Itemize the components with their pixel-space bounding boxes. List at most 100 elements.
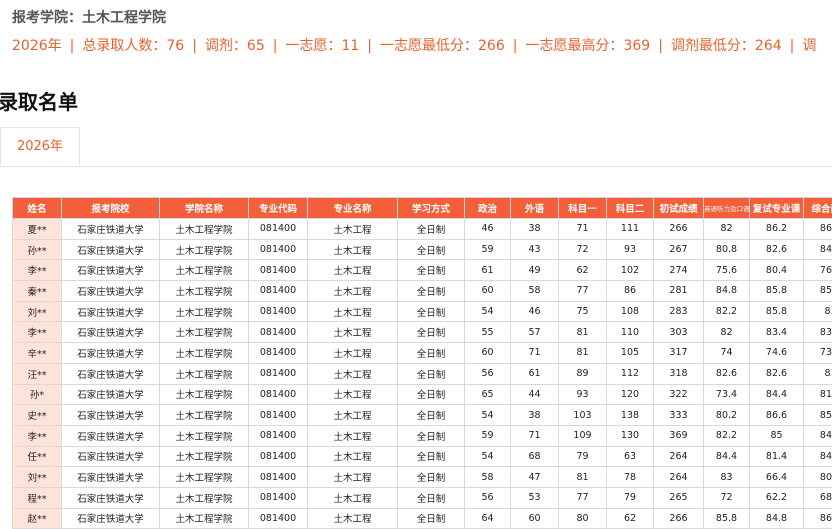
table-cell: 68 (511, 446, 559, 467)
table-cell: 264 (654, 467, 704, 488)
tab-2026[interactable]: 2026年 (0, 127, 80, 166)
student-name-cell: 任** (13, 446, 62, 467)
table-cell: 86.8 (804, 508, 832, 529)
table-cell: 081400 (249, 343, 308, 364)
table-cell: 全日制 (398, 343, 465, 364)
column-header: 初试成绩 (654, 198, 704, 219)
table-cell: 土木工程学院 (160, 405, 249, 426)
table-cell: 全日制 (398, 219, 465, 240)
table-row: 史**石家庄铁道大学土木工程学院081400土木工程全日制54381031383… (13, 405, 832, 426)
table-cell: 82.6 (750, 363, 804, 384)
table-cell: 土木工程 (308, 301, 398, 322)
student-name-cell: 孙** (13, 239, 62, 260)
table-cell: 土木工程学院 (160, 446, 249, 467)
table-cell: 081400 (249, 281, 308, 302)
table-cell: 46 (511, 301, 559, 322)
table-cell: 80.4 (750, 260, 804, 281)
table-cell: 84.8 (704, 281, 750, 302)
stat-transfer-count: 调剂：65 (205, 35, 265, 55)
stats-bar: 2026年|总录取人数：76|调剂：65|一志愿：11|一志愿最低分：266|一… (12, 35, 816, 55)
table-cell: 081400 (249, 301, 308, 322)
table-cell: 80.8 (704, 239, 750, 260)
table-cell: 72 (559, 239, 607, 260)
table-header-row: 姓名报考院校学院名称专业代码专业名称学习方式政治外语科目一科目二初试成绩英语听力… (13, 198, 832, 219)
table-cell: 44 (511, 384, 559, 405)
table-cell: 石家庄铁道大学 (62, 322, 160, 343)
table-cell: 石家庄铁道大学 (62, 446, 160, 467)
column-header: 学习方式 (398, 198, 465, 219)
year-tabs: 2026年 (0, 127, 832, 167)
table-cell: 93 (607, 239, 654, 260)
column-header: 政治 (465, 198, 511, 219)
table-cell: 石家庄铁道大学 (62, 260, 160, 281)
table-cell: 66.4 (750, 467, 804, 488)
student-name-cell: 汪** (13, 363, 62, 384)
table-cell: 110 (607, 322, 654, 343)
table-cell: 土木工程 (308, 363, 398, 384)
table-row: 夏**石家庄铁道大学土木工程学院081400土木工程全日制46387111126… (13, 219, 832, 240)
stat-separator: | (62, 38, 83, 54)
stat-separator: | (184, 38, 205, 54)
table-cell: 318 (654, 363, 704, 384)
table-cell: 石家庄铁道大学 (62, 363, 160, 384)
table-cell: 石家庄铁道大学 (62, 343, 160, 364)
student-name-cell: 程** (13, 487, 62, 508)
table-cell: 081400 (249, 508, 308, 529)
table-cell: 266 (654, 508, 704, 529)
student-name-cell: 刘** (13, 467, 62, 488)
table-row: 赵**石家庄铁道大学土木工程学院081400土木工程全日制64608062266… (13, 508, 832, 529)
table-cell: 71 (559, 219, 607, 240)
table-body: 夏**石家庄铁道大学土木工程学院081400土木工程全日制46387111126… (13, 219, 832, 529)
table-cell: 全日制 (398, 384, 465, 405)
table-cell: 081400 (249, 219, 308, 240)
table-cell: 47 (511, 467, 559, 488)
table-cell: 61 (511, 363, 559, 384)
table-cell: 土木工程 (308, 508, 398, 529)
table-cell: 86 (607, 281, 654, 302)
table-cell: 59 (465, 239, 511, 260)
table-cell: 81.6 (804, 384, 832, 405)
table-cell: 317 (654, 343, 704, 364)
student-name-cell: 李** (13, 425, 62, 446)
table-cell: 93 (559, 384, 607, 405)
table-cell: 土木工程 (308, 239, 398, 260)
table-cell: 85.2 (804, 405, 832, 426)
table-cell: 82.2 (704, 301, 750, 322)
table-cell: 石家庄铁道大学 (62, 301, 160, 322)
table-cell: 全日制 (398, 239, 465, 260)
table-cell: 38 (511, 219, 559, 240)
column-header: 综合面试 (804, 198, 832, 219)
table-row: 辛**石家庄铁道大学土木工程学院081400土木工程全日制60718110531… (13, 343, 832, 364)
table-cell: 全日制 (398, 487, 465, 508)
table-cell: 103 (559, 405, 607, 426)
table-cell: 79 (559, 446, 607, 467)
table-cell: 84.4 (750, 384, 804, 405)
table-cell: 105 (607, 343, 654, 364)
table-cell: 石家庄铁道大学 (62, 487, 160, 508)
table-cell: 68.8 (804, 487, 832, 508)
table-cell: 54 (465, 405, 511, 426)
table-cell: 111 (607, 219, 654, 240)
table-cell: 46 (465, 219, 511, 240)
table-cell: 81 (804, 301, 832, 322)
page-title: 录取名单 (0, 86, 78, 115)
table-cell: 土木工程学院 (160, 425, 249, 446)
table-cell: 64 (465, 508, 511, 529)
table-cell: 土木工程学院 (160, 384, 249, 405)
table-cell: 59 (465, 425, 511, 446)
table-cell: 土木工程学院 (160, 239, 249, 260)
table-cell: 081400 (249, 322, 308, 343)
table-cell: 58 (465, 467, 511, 488)
table-cell: 081400 (249, 467, 308, 488)
table-cell: 56 (465, 487, 511, 508)
table-cell: 75.6 (704, 260, 750, 281)
table-cell: 土木工程 (308, 343, 398, 364)
stat-truncated: 调 (802, 35, 816, 55)
student-name-cell: 赵** (13, 508, 62, 529)
table-cell: 73.4 (704, 384, 750, 405)
stat-total-admitted: 总录取人数：76 (82, 35, 184, 55)
table-cell: 71 (511, 343, 559, 364)
table-cell: 82 (704, 322, 750, 343)
table-cell: 54 (465, 301, 511, 322)
table-cell: 265 (654, 487, 704, 508)
